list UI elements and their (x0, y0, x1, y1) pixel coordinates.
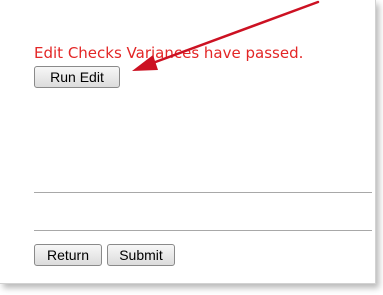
divider (34, 192, 372, 193)
edit-checks-panel: Edit Checks Variances have passed. Run E… (0, 0, 376, 284)
run-edit-button[interactable]: Run Edit (34, 66, 120, 88)
divider (34, 230, 372, 231)
submit-button[interactable]: Submit (107, 244, 175, 266)
return-button[interactable]: Return (34, 244, 102, 266)
status-message: Edit Checks Variances have passed. (34, 44, 304, 62)
